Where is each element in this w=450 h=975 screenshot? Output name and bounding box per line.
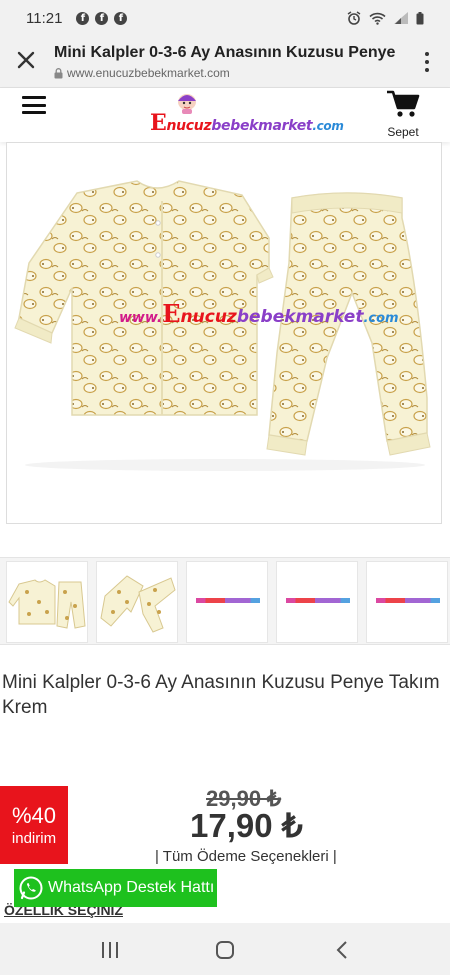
cart-button[interactable]: Sepet xyxy=(378,90,428,139)
watermark-part: www. xyxy=(119,310,163,326)
watermark-part: bebekmarket xyxy=(236,307,364,327)
watermark: www.Enucuzbebekmarket.com xyxy=(119,299,399,328)
browser-toolbar: Mini Kalpler 0-3-6 Ay Anasının Kuzusu Pe… xyxy=(0,36,450,88)
status-time: 11:21 xyxy=(26,9,63,27)
logo-text: Enucuzbebekmarket.com xyxy=(150,110,344,136)
thumbnail-strip xyxy=(0,557,450,645)
logo-part: E xyxy=(150,110,167,136)
watermark-part: E xyxy=(162,299,181,328)
watermark-part: .com xyxy=(363,311,399,326)
home-icon[interactable] xyxy=(213,939,237,961)
alarm-icon xyxy=(347,11,361,25)
lock-icon xyxy=(54,67,63,78)
payment-options-link[interactable]: | Tüm Ödeme Seçenekleri | xyxy=(155,848,337,865)
whatsapp-support-button[interactable]: WhatsApp Destek Hattı xyxy=(14,869,217,907)
back-icon[interactable] xyxy=(331,939,355,961)
browser-menu-icon[interactable] xyxy=(424,52,430,72)
facebook-notification-icon: f xyxy=(95,11,109,25)
wifi-icon xyxy=(369,12,386,25)
cart-label: Sepet xyxy=(387,125,419,139)
signal-icon xyxy=(394,12,408,24)
whatsapp-icon xyxy=(19,876,43,900)
close-icon[interactable] xyxy=(16,50,36,70)
discount-badge: %40 indirim xyxy=(0,786,68,864)
thumbnail-2[interactable] xyxy=(96,561,178,643)
discount-label: indirim xyxy=(11,830,57,847)
main-product-image[interactable]: www.Enucuzbebekmarket.com xyxy=(6,142,442,524)
thumbnail-logo xyxy=(196,598,260,603)
url-text: www.enucuzbebekmarket.com xyxy=(67,66,230,80)
recent-apps-icon[interactable] xyxy=(98,939,122,961)
logo-part: .com xyxy=(312,119,344,133)
thumbnail-5[interactable] xyxy=(366,561,448,643)
discount-percent: %40 xyxy=(11,803,57,828)
battery-icon xyxy=(416,11,424,24)
shopping-cart-icon xyxy=(387,90,420,117)
facebook-notification-icon: f xyxy=(114,11,128,25)
system-nav-bar xyxy=(0,923,450,975)
thumbnail-logo xyxy=(376,598,440,603)
watermark-part: nucuz xyxy=(180,307,237,327)
status-bar: 11:21 f f f xyxy=(0,0,450,36)
site-header: Enucuzbebekmarket.com Sepet xyxy=(0,88,450,142)
site-logo[interactable]: Enucuzbebekmarket.com xyxy=(150,92,344,136)
current-price: 17,90 ₺ xyxy=(190,807,303,844)
thumbnail-3[interactable] xyxy=(186,561,268,643)
whatsapp-label: WhatsApp Destek Hattı xyxy=(48,879,215,896)
thumbnail-1[interactable] xyxy=(6,561,88,643)
thumbnail-logo xyxy=(286,598,350,603)
hamburger-menu-icon[interactable] xyxy=(22,96,46,114)
browser-url[interactable]: www.enucuzbebekmarket.com xyxy=(54,66,230,80)
pajama-set-illustration xyxy=(14,180,431,471)
facebook-notification-icon: f xyxy=(76,11,90,25)
thumbnail-4[interactable] xyxy=(276,561,358,643)
product-title: Mini Kalpler 0-3-6 Ay Anasının Kuzusu Pe… xyxy=(2,672,440,718)
logo-part: nucuz xyxy=(166,118,212,134)
logo-part: bebekmarket xyxy=(211,118,313,134)
browser-page-title: Mini Kalpler 0-3-6 Ay Anasının Kuzusu Pe… xyxy=(54,44,396,61)
